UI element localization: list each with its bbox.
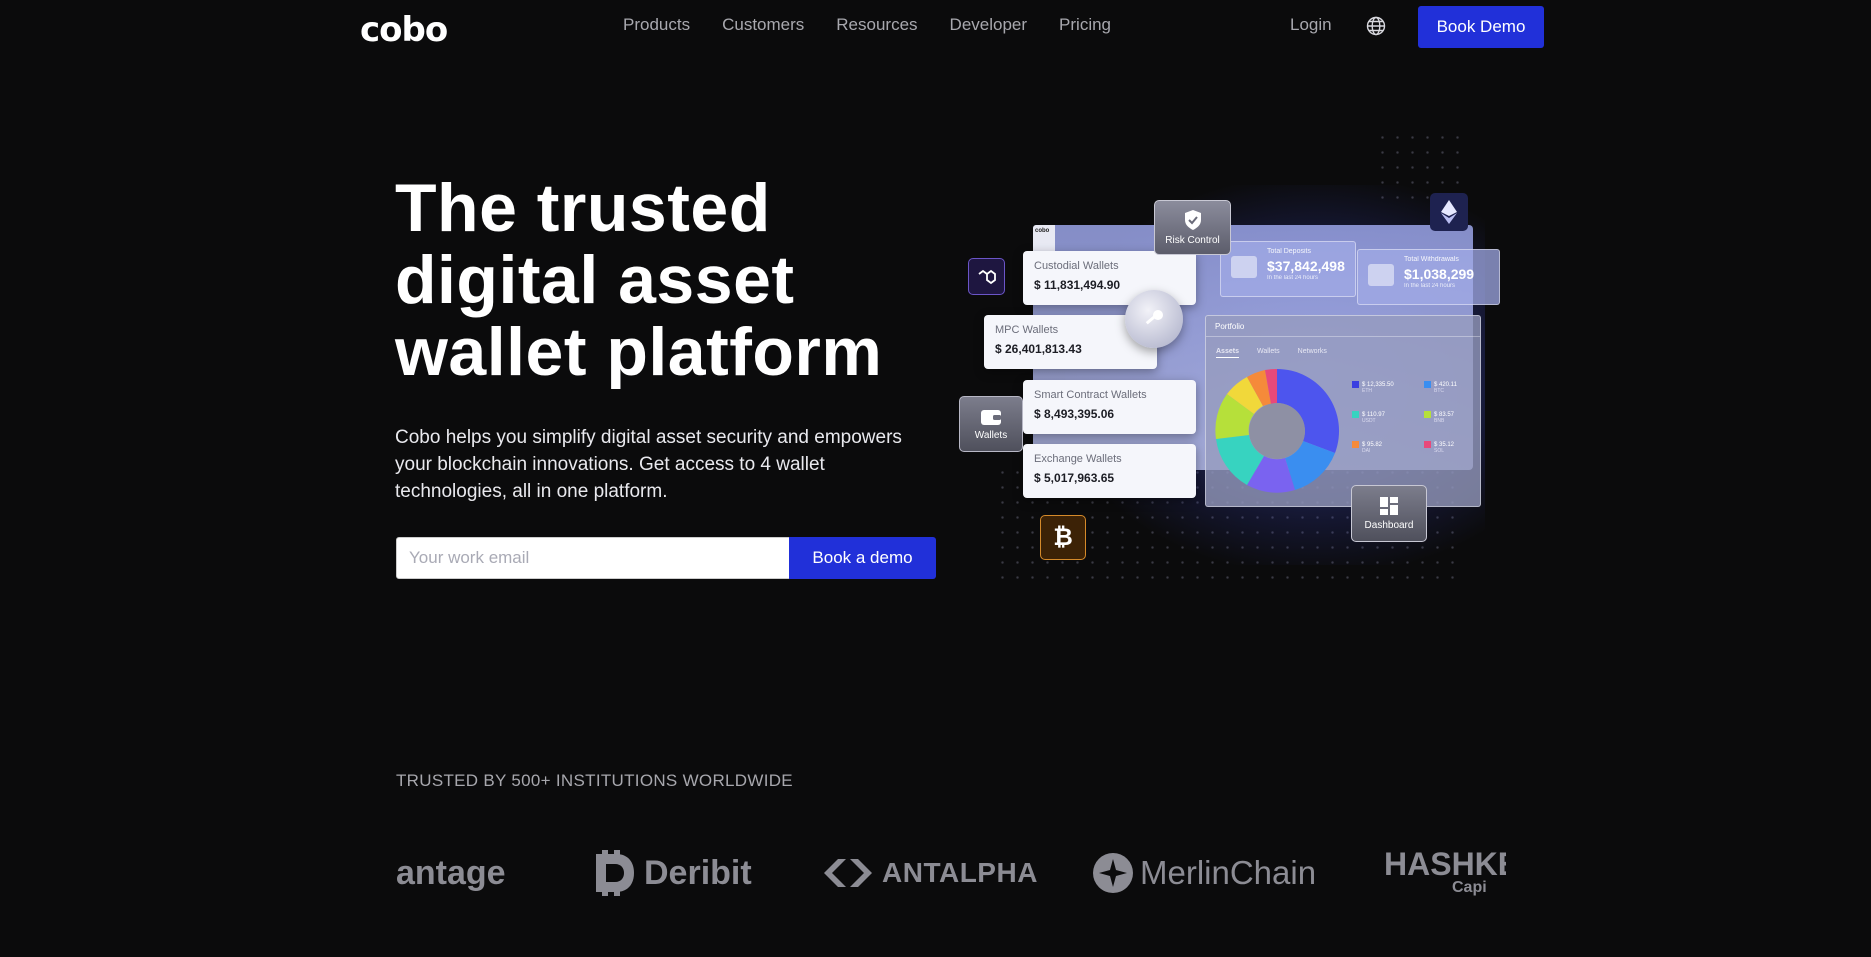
antalpha-icon: [824, 859, 872, 887]
logo-antalpha: ANTALPHA: [820, 838, 1038, 908]
legend-btc: $ 420.11 BTC: [1424, 381, 1457, 394]
legend-sol: $ 35.12 SOL: [1424, 441, 1454, 454]
portfolio-title: Portfolio: [1215, 322, 1245, 331]
nav-products[interactable]: Products: [623, 15, 690, 35]
legend-asset: BNB: [1434, 418, 1445, 425]
deposit-icon: [1231, 256, 1257, 278]
nav-resources[interactable]: Resources: [836, 15, 917, 35]
dashboard-badge: Dashboard: [1351, 485, 1427, 542]
globe-icon[interactable]: [1366, 16, 1386, 36]
stat-sub: In the last 24 hours: [1267, 275, 1319, 281]
shield-check-icon: [1184, 210, 1201, 230]
risk-control-label: Risk Control: [1165, 235, 1220, 246]
logo-hashkey: HASHKE Capi: [1384, 838, 1506, 908]
legend-asset: USDT: [1362, 418, 1376, 425]
card-value: $ 26,401,813.43: [995, 342, 1082, 356]
hero-title: The trusted digital asset wallet platfor…: [395, 172, 915, 388]
dashboard-badge-label: Dashboard: [1364, 520, 1414, 531]
book-demo-button[interactable]: Book Demo: [1418, 6, 1544, 48]
hero-subtitle: Cobo helps you simplify digital asset se…: [395, 427, 902, 502]
legend-usdt: $ 110.97 USDT: [1352, 411, 1385, 424]
card-value: $ 8,493,395.06: [1034, 407, 1115, 421]
portfolio-divider: [1206, 336, 1480, 337]
cobo-logo[interactable]: cobo: [360, 10, 448, 50]
exchange-wallets-card: Exchange Wallets $ 5,017,963.65: [1023, 444, 1196, 498]
partner-logos: antage Deribit ANTALPHA MerlinChain HASH…: [396, 838, 1506, 908]
hero-title-line-3: wallet platform: [395, 314, 883, 390]
nav-pricing[interactable]: Pricing: [1059, 15, 1111, 35]
wallet-icon: [981, 409, 1001, 425]
assets-donut-chart: [1215, 368, 1340, 493]
mini-cobo-logo: cobo: [1035, 228, 1050, 234]
login-link[interactable]: Login: [1290, 15, 1332, 35]
legend-eth: $ 12,335.50 ETH: [1352, 381, 1394, 394]
legend-asset: DAI: [1362, 448, 1371, 455]
card-label: MPC Wallets: [995, 324, 1059, 336]
tab-wallets[interactable]: Wallets: [1257, 348, 1280, 358]
merlin-chain-wordmark: MerlinChain: [1140, 854, 1317, 891]
logo-merlin-chain: MerlinChain: [1092, 838, 1316, 908]
stat-value: $37,842,498: [1267, 258, 1345, 274]
logo-vantage: antage: [396, 853, 506, 892]
hashkey-wordmark: HASHKE: [1384, 846, 1506, 882]
ethereum-icon: [1430, 193, 1468, 231]
antalpha-wordmark: ANTALPHA: [882, 857, 1038, 888]
card-label: Smart Contract Wallets: [1034, 389, 1147, 401]
tab-assets[interactable]: Assets: [1216, 348, 1239, 358]
card-value: $ 11,831,494.90: [1034, 278, 1121, 292]
wallets-badge-label: Wallets: [974, 429, 1008, 441]
legend-asset: BTC: [1434, 388, 1444, 395]
stat-value: $1,038,299: [1404, 266, 1475, 282]
key-icon: [1125, 290, 1183, 348]
nav-links: Products Customers Resources Developer P…: [623, 15, 1143, 35]
dashboard-icon: [1380, 497, 1398, 515]
hero-title-line-1: The trusted: [395, 170, 771, 246]
trusted-heading: TRUSTED BY 500+ INSTITUTIONS WORLDWIDE: [396, 771, 793, 790]
card-label: Custodial Wallets: [1034, 260, 1119, 272]
total-deposits-stat: Total Deposits $37,842,498 In the last 2…: [1220, 241, 1356, 297]
bitcoin-icon: ₿: [1040, 515, 1086, 560]
deribit-wordmark: Deribit: [644, 853, 752, 892]
risk-control-badge: Risk Control: [1154, 200, 1231, 255]
legend-asset: SOL: [1434, 448, 1445, 455]
portfolio-tabs: Assets Wallets Networks: [1216, 348, 1327, 358]
stat-title: Total Deposits: [1267, 248, 1311, 255]
legend-asset: ETH: [1362, 388, 1372, 395]
polygon-icon: [968, 258, 1005, 295]
top-nav: cobo Products Customers Resources Develo…: [0, 0, 1871, 54]
stat-title: Total Withdrawals: [1404, 256, 1459, 263]
nav-developer[interactable]: Developer: [950, 15, 1028, 35]
total-withdrawals-stat: Total Withdrawals $1,038,299 In the last…: [1357, 249, 1500, 305]
smart-contract-wallets-card: Smart Contract Wallets $ 8,493,395.06: [1023, 380, 1196, 434]
tab-networks[interactable]: Networks: [1298, 348, 1327, 358]
stat-sub: In the last 24 hours: [1404, 283, 1456, 289]
hashkey-sub: Capi: [1452, 879, 1487, 896]
logo-deribit: Deribit: [588, 838, 752, 908]
work-email-input[interactable]: [396, 537, 802, 579]
legend-dai: $ 95.82 DAI: [1352, 441, 1382, 454]
card-value: $ 5,017,963.65: [1034, 471, 1115, 485]
product-illustration: cobo Total Deposits $37,842,498 In the l…: [955, 125, 1515, 595]
email-signup-form: Book a demo: [396, 537, 936, 579]
book-a-demo-button[interactable]: Book a demo: [789, 537, 936, 579]
legend-bnb: $ 83.57 BNB: [1424, 411, 1454, 424]
portfolio-panel: Portfolio Assets Wallets Networks $ 12,3…: [1205, 315, 1481, 507]
wallets-badge: Wallets: [959, 396, 1023, 452]
nav-customers[interactable]: Customers: [722, 15, 804, 35]
deribit-icon: [596, 850, 634, 896]
withdrawal-icon: [1368, 264, 1394, 286]
hero-title-line-2: digital asset: [395, 242, 795, 318]
card-label: Exchange Wallets: [1034, 453, 1122, 465]
merlin-chain-icon: [1093, 853, 1133, 893]
